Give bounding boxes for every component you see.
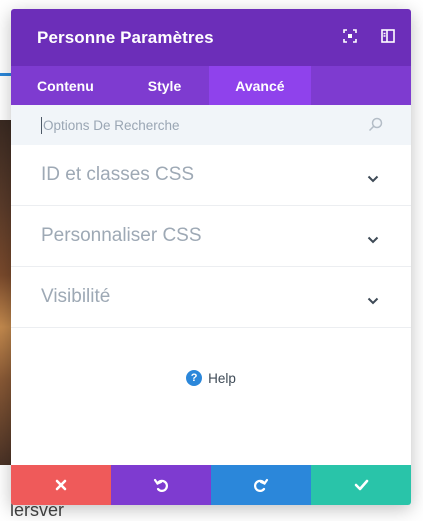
undo-icon — [153, 477, 169, 493]
modal-header: Personne Paramètres — [11, 9, 411, 66]
tab-bar: Contenu Style Avancé — [11, 66, 411, 105]
header-icons — [343, 29, 395, 43]
fullscreen-icon[interactable] — [343, 29, 357, 43]
close-icon — [55, 479, 67, 491]
search-input[interactable] — [41, 116, 345, 134]
settings-modal: Personne Paramètres Contenu Style Avancé — [11, 9, 411, 505]
section-label: ID et classes CSS — [41, 164, 195, 185]
redo-icon — [253, 477, 269, 493]
section-label: Personnaliser CSS — [41, 225, 202, 246]
save-button[interactable] — [311, 465, 411, 505]
discard-button[interactable] — [11, 465, 111, 505]
section-visibilite[interactable]: Visibilité — [11, 267, 411, 328]
check-icon — [354, 479, 369, 491]
tab-avance[interactable]: Avancé — [209, 66, 311, 105]
section-personnaliser-css[interactable]: Personnaliser CSS — [11, 206, 411, 267]
help-link[interactable]: ? Help — [11, 370, 411, 386]
redo-button[interactable] — [211, 465, 311, 505]
section-label: Visibilité — [41, 286, 111, 307]
modal-footer — [11, 465, 411, 505]
tab-style[interactable]: Style — [120, 66, 209, 105]
undo-button[interactable] — [111, 465, 211, 505]
section-id-classes-css[interactable]: ID et classes CSS — [11, 145, 411, 206]
modal-title: Personne Paramètres — [37, 27, 214, 47]
help-label: Help — [208, 370, 236, 386]
tab-contenu[interactable]: Contenu — [11, 66, 120, 105]
chevron-down-icon[interactable] — [367, 231, 379, 249]
chevron-down-icon[interactable] — [367, 292, 379, 310]
chevron-down-icon[interactable] — [367, 170, 379, 188]
help-icon: ? — [186, 370, 203, 386]
search-icon[interactable] — [368, 117, 383, 137]
search-bar — [11, 105, 411, 145]
sidebar-layout-icon[interactable] — [381, 29, 395, 43]
